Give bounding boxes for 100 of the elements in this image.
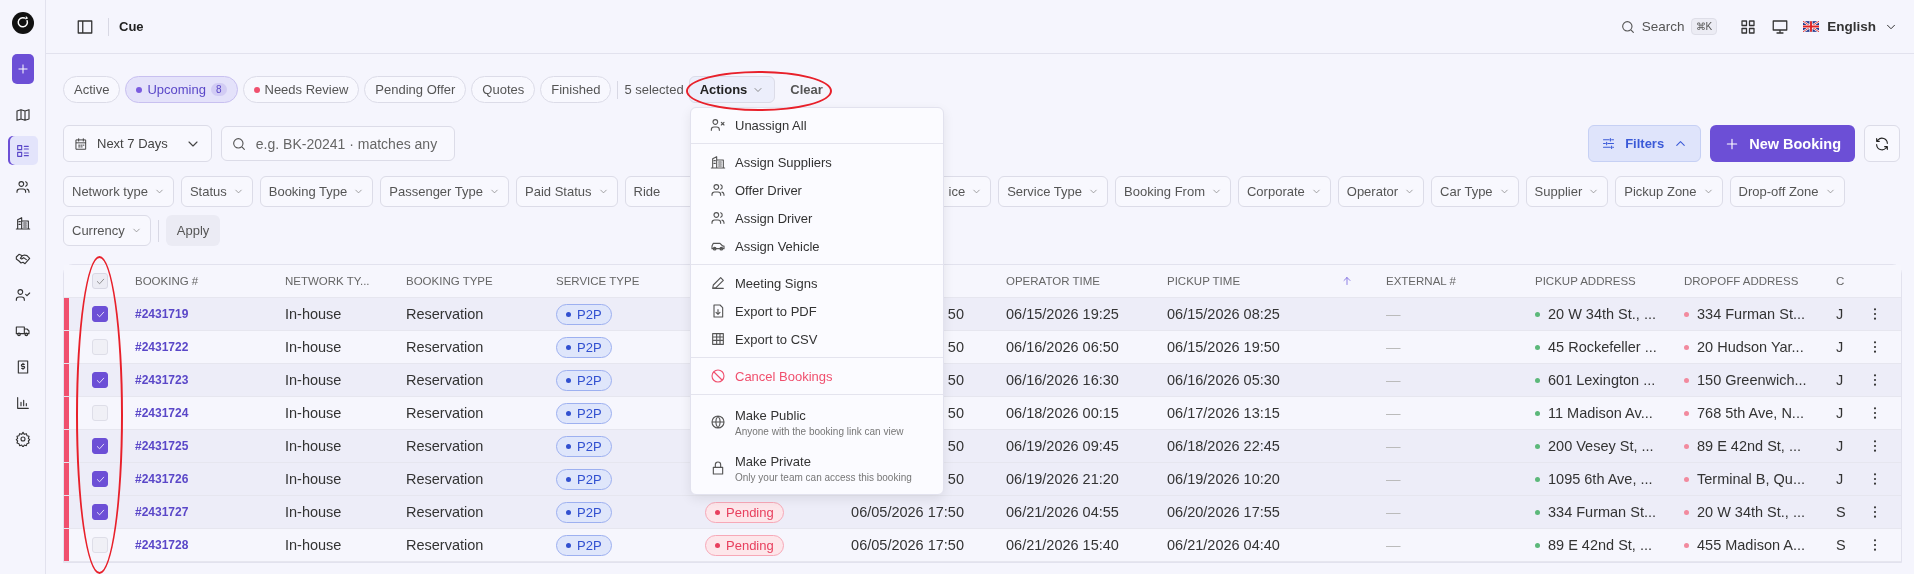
menu-item[interactable]: Make Private bbox=[735, 453, 912, 469]
table-cell: — bbox=[1386, 537, 1401, 553]
row-checkbox[interactable] bbox=[92, 471, 108, 487]
add-button[interactable] bbox=[11, 54, 34, 84]
search-field[interactable]: e.g. BK-20241 · matches any bbox=[220, 126, 455, 161]
menu-item[interactable]: Unassign All bbox=[735, 117, 807, 133]
row-checkbox[interactable] bbox=[92, 306, 108, 322]
menu-item[interactable]: Assign Driver bbox=[735, 210, 813, 226]
column-header[interactable]: BOOKING TYPE bbox=[406, 275, 493, 287]
count-badge: 8 bbox=[210, 83, 227, 96]
column-header[interactable]: NETWORK TY... bbox=[285, 275, 370, 287]
filter-dropdown[interactable]: Paid Status bbox=[516, 176, 618, 207]
grid-icon[interactable] bbox=[1739, 17, 1758, 36]
monitor-icon[interactable] bbox=[1771, 17, 1790, 36]
table-cell: 06/19/2026 10:20 bbox=[1167, 471, 1280, 487]
status-tab[interactable]: Upcoming 8 bbox=[125, 76, 238, 103]
status-badge: Pending bbox=[705, 501, 784, 523]
table-cell: In-house bbox=[285, 504, 342, 520]
booking-link[interactable]: #2431722 bbox=[135, 340, 189, 354]
service-badge: P2P bbox=[556, 534, 612, 556]
menu-item[interactable]: Offer Driver bbox=[735, 182, 802, 198]
booking-link[interactable]: #2431725 bbox=[135, 439, 189, 453]
service-badge: P2P bbox=[556, 402, 612, 424]
actions-button[interactable]: Actions bbox=[688, 76, 776, 103]
nav-item[interactable] bbox=[7, 136, 38, 165]
filter-dropdown[interactable]: Booking From bbox=[1115, 176, 1231, 207]
apply-button[interactable]: Apply bbox=[165, 215, 221, 246]
booking-link[interactable]: #2431728 bbox=[135, 538, 189, 552]
table-icon bbox=[710, 331, 726, 347]
booking-link[interactable]: #2431719 bbox=[135, 307, 189, 321]
filter-dropdown[interactable]: Car Type bbox=[1431, 176, 1519, 207]
booking-link[interactable]: #2431724 bbox=[135, 406, 189, 420]
column-header[interactable]: BOOKING # bbox=[135, 275, 199, 287]
menu-item[interactable]: Meeting Signs bbox=[735, 275, 818, 291]
filter-dropdown[interactable]: Operator bbox=[1337, 176, 1425, 207]
table-cell: In-house bbox=[285, 438, 342, 454]
refresh-icon bbox=[1874, 135, 1890, 152]
menu-item[interactable]: Make Public bbox=[735, 407, 904, 423]
service-badge: P2P bbox=[556, 435, 612, 457]
column-header[interactable]: EXTERNAL # bbox=[1386, 275, 1456, 287]
date-range-select[interactable]: Next 7 Days bbox=[63, 125, 212, 162]
column-header[interactable]: PICKUP TIME bbox=[1167, 275, 1241, 287]
row-checkbox[interactable] bbox=[92, 438, 108, 454]
filter-dropdown[interactable]: Pickup Zone bbox=[1615, 176, 1723, 207]
table-cell: 06/21/2026 15:40 bbox=[1006, 537, 1119, 553]
status-tab[interactable]: Quotes bbox=[471, 76, 536, 103]
table-cell: Reservation bbox=[406, 537, 484, 553]
status-tab[interactable]: Finished bbox=[540, 76, 612, 103]
pen-icon bbox=[710, 275, 726, 291]
search-button[interactable]: Search ⌘K bbox=[1619, 18, 1718, 35]
service-badge: P2P bbox=[556, 303, 612, 325]
logo-icon[interactable] bbox=[11, 12, 34, 34]
select-all-checkbox[interactable] bbox=[92, 273, 108, 289]
menu-item[interactable]: Assign Suppliers bbox=[735, 154, 832, 170]
table-cell: In-house bbox=[285, 471, 342, 487]
filter-label: Operator bbox=[1346, 184, 1399, 199]
table-cell: 11 Madison Av... bbox=[1535, 405, 1653, 421]
building-icon bbox=[14, 214, 31, 231]
booking-link[interactable]: #2431726 bbox=[135, 472, 189, 486]
filter-label: Car Type bbox=[1440, 184, 1493, 199]
refresh-button[interactable] bbox=[1864, 125, 1900, 162]
filter-dropdown[interactable]: Booking Type bbox=[259, 176, 374, 207]
table-cell: In-house bbox=[285, 405, 342, 421]
menu-item[interactable]: Assign Vehicle bbox=[735, 238, 820, 254]
sidebar-toggle-icon[interactable] bbox=[76, 17, 94, 36]
menu-item[interactable]: Export to CSV bbox=[735, 331, 818, 347]
table-cell: In-house bbox=[285, 372, 342, 388]
clear-button[interactable]: Clear bbox=[780, 82, 833, 97]
filters-button[interactable]: Filters bbox=[1588, 125, 1702, 162]
column-header[interactable]: SERVICE TYPE bbox=[556, 275, 640, 287]
flag-icon bbox=[1803, 21, 1820, 32]
filter-dropdown[interactable]: Drop-off Zone bbox=[1729, 176, 1845, 207]
status-tab[interactable]: Needs Review bbox=[242, 76, 360, 103]
filter-dropdown[interactable]: Currency bbox=[63, 215, 151, 246]
filter-dropdown[interactable]: Corporate bbox=[1237, 176, 1331, 207]
lock-icon bbox=[710, 460, 726, 476]
column-header[interactable]: DROPOFF ADDRESS bbox=[1684, 275, 1799, 287]
status-tab[interactable]: Pending Offer bbox=[364, 76, 467, 103]
filters-label: Filters bbox=[1625, 136, 1665, 151]
filter-dropdown[interactable]: Service Type bbox=[998, 176, 1109, 207]
menu-item[interactable]: Export to PDF bbox=[735, 303, 817, 319]
booking-link[interactable]: #2431727 bbox=[135, 505, 189, 519]
table-cell: 455 Madison A... bbox=[1684, 537, 1805, 553]
row-checkbox[interactable] bbox=[92, 504, 108, 520]
row-checkbox[interactable] bbox=[92, 372, 108, 388]
status-tab[interactable]: Active bbox=[63, 76, 121, 103]
filter-dropdown[interactable]: Supplier bbox=[1525, 176, 1609, 207]
column-header[interactable]: OPERATOR TIME bbox=[1006, 275, 1100, 287]
table-cell: Reservation bbox=[406, 372, 484, 388]
language-select[interactable]: English bbox=[1803, 19, 1898, 34]
new-booking-button[interactable]: New Booking bbox=[1710, 125, 1855, 162]
table-cell: 06/16/2026 16:30 bbox=[1006, 372, 1119, 388]
filter-dropdown[interactable]: Passenger Type bbox=[380, 176, 509, 207]
filter-dropdown[interactable]: Network type bbox=[63, 176, 174, 207]
table-cell: — bbox=[1386, 438, 1401, 454]
booking-link[interactable]: #2431723 bbox=[135, 373, 189, 387]
filter-dropdown[interactable]: Status bbox=[180, 176, 253, 207]
column-header[interactable]: C bbox=[1836, 275, 1845, 287]
table-cell: 20 W 34th St., ... bbox=[1684, 504, 1805, 520]
column-header[interactable]: PICKUP ADDRESS bbox=[1535, 275, 1636, 287]
